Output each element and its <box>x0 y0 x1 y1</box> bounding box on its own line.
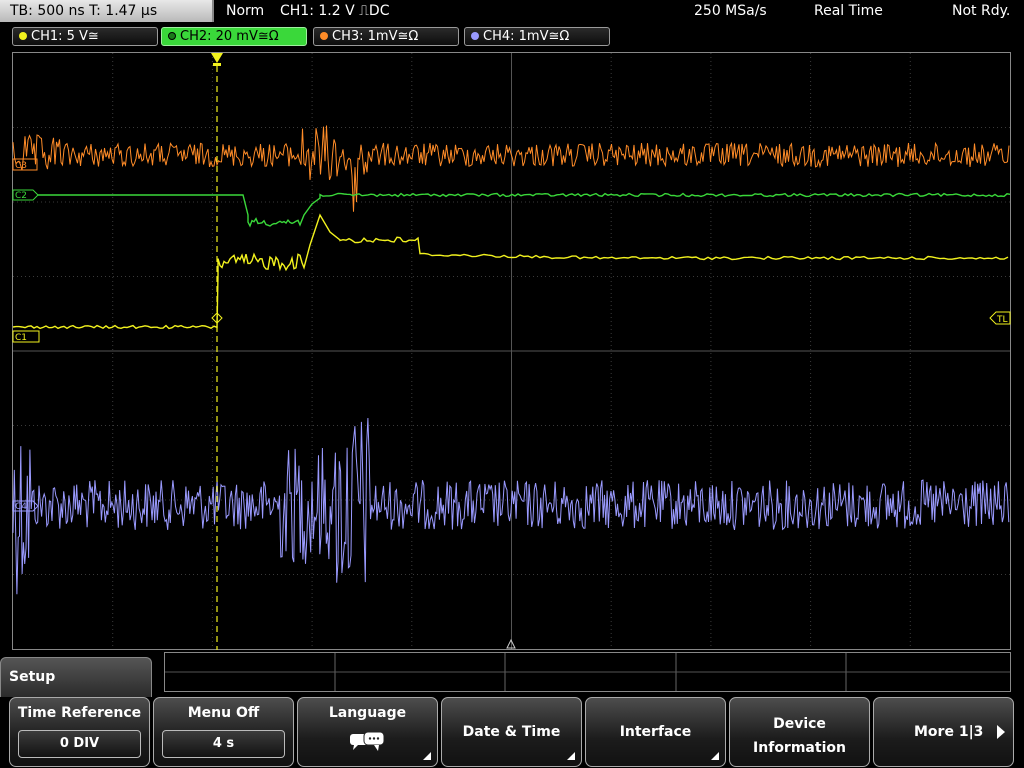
ch3-marker-label: C3 <box>15 161 27 171</box>
ch1-marker-label: C1 <box>15 333 27 343</box>
more-label: More 1|3 <box>914 724 984 740</box>
time-reference-label: Time Reference <box>17 705 142 721</box>
submenu-indicator-icon <box>711 752 719 760</box>
time-reference-value: 0 DIV <box>18 730 141 758</box>
more-softkey[interactable]: More 1|3 <box>873 697 1014 767</box>
ch4-trace <box>12 417 1010 595</box>
menu-off-value: 4 s <box>162 730 285 758</box>
ch2-marker-label: C2 <box>15 191 27 201</box>
menu-off-label: Menu Off <box>187 705 260 721</box>
submenu-indicator-icon <box>567 752 575 760</box>
ch1-offset-marker[interactable]: C1 <box>12 330 40 343</box>
menu-off-softkey[interactable]: Menu Off 4 s <box>153 697 294 767</box>
date-time-label: Date & Time <box>462 724 561 740</box>
trigger-level-marker[interactable]: TL <box>989 311 1011 325</box>
submenu-indicator-icon <box>423 752 431 760</box>
device-information-softkey[interactable]: Device Information <box>729 697 870 767</box>
menu-title: Setup <box>0 657 152 697</box>
language-softkey[interactable]: Language <box>297 697 438 767</box>
interface-label: Interface <box>619 724 692 740</box>
speech-bubbles-icon <box>350 731 385 751</box>
trigger-level-label: TL <box>996 315 1008 325</box>
ch4-marker-label: C4 <box>15 502 27 512</box>
ch2-offset-marker[interactable]: C2 <box>12 189 39 201</box>
ch1-trace <box>12 213 1009 330</box>
softkey-info-strip <box>164 652 1011 692</box>
device-information-label: Device Information <box>753 716 846 756</box>
ch3-offset-marker[interactable]: C3 <box>12 158 38 171</box>
grid <box>13 53 1010 691</box>
interface-softkey[interactable]: Interface <box>585 697 726 767</box>
time-reference-softkey[interactable]: Time Reference 0 DIV <box>9 697 150 767</box>
trigger-position-stem <box>213 63 221 66</box>
right-arrow-icon <box>997 725 1005 739</box>
language-label: Language <box>328 705 407 721</box>
date-time-softkey[interactable]: Date & Time <box>441 697 582 767</box>
